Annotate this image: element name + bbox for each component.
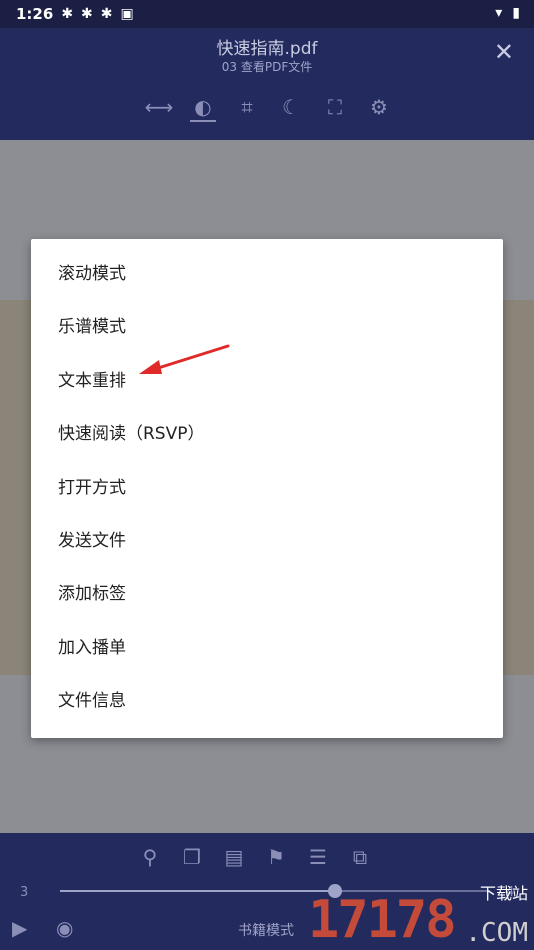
bookmark-icon[interactable]: ⚑ <box>262 845 290 869</box>
watermark-top: 下载站 <box>479 884 528 903</box>
settings-gear-icon[interactable]: ⚙ <box>366 94 392 120</box>
crop-icon[interactable]: ⌗ <box>234 94 260 120</box>
status-time: 1:26 <box>16 5 54 23</box>
reader-header: 快速指南.pdf 03 查看PDF文件 ✕ ⟷ ◐ ⌗ ☾ ⛶ ⚙ <box>0 28 534 140</box>
footer-toolbar: ⚲ ❐ ▤ ⚑ ☰ ⧉ <box>136 845 374 869</box>
menu-item-scroll-mode[interactable]: 滚动模式 <box>31 248 503 301</box>
menu-item-open-with[interactable]: 打开方式 <box>31 462 503 515</box>
red-arrow-annotation <box>139 344 230 374</box>
speed-icon[interactable]: ◉ <box>56 916 73 940</box>
watermark-number: 17178 <box>308 890 457 950</box>
page-start-label: 3 <box>20 885 29 900</box>
app-notification-icon-2: ✱ <box>81 6 93 22</box>
fullscreen-icon[interactable]: ⛶ <box>322 94 348 120</box>
view-toolbar: ⟷ ◐ ⌗ ☾ ⛶ ⚙ <box>145 94 392 122</box>
font-notification-icon: ▣ <box>120 6 134 22</box>
options-menu: 滚动模式 乐谱模式 文本重排 快速阅读（RSVP） 打开方式 发送文件 添加标签… <box>31 239 503 738</box>
status-bar: 1:26 ✱ ✱ ✱ ▣ ▾ ▮ <box>0 0 534 28</box>
document-title: 快速指南.pdf <box>216 39 318 59</box>
night-mode-icon[interactable]: ☾ <box>278 94 304 120</box>
reading-mode-label[interactable]: 书籍模式 <box>238 920 294 940</box>
search-icon[interactable]: ⚲ <box>136 845 164 869</box>
menu-item-rsvp[interactable]: 快速阅读（RSVP） <box>31 408 503 461</box>
play-icon[interactable]: ▶ <box>12 916 27 940</box>
slider-fill <box>60 890 336 892</box>
menu-item-text-reflow[interactable]: 文本重排 <box>31 355 503 408</box>
document-subtitle: 03 查看PDF文件 <box>221 60 313 74</box>
fit-width-icon[interactable]: ⟷ <box>145 94 174 120</box>
menu-item-add-playlist[interactable]: 加入播单 <box>31 622 503 675</box>
menu-item-music-mode[interactable]: 乐谱模式 <box>31 301 503 354</box>
site-watermark: 17178 下载站 .COM <box>308 880 534 950</box>
two-page-icon[interactable]: ⧉ <box>346 845 374 869</box>
watermark-com: .COM <box>465 918 528 948</box>
wifi-icon: ▾ <box>495 5 503 21</box>
menu-item-send-file[interactable]: 发送文件 <box>31 515 503 568</box>
menu-item-add-tag[interactable]: 添加标签 <box>31 568 503 621</box>
list-icon[interactable]: ☰ <box>304 845 332 869</box>
close-icon[interactable]: ✕ <box>494 38 514 66</box>
pages-icon[interactable]: ❐ <box>178 845 206 869</box>
app-notification-icon: ✱ <box>61 6 74 22</box>
app-notification-icon-3: ✱ <box>100 6 113 22</box>
battery-icon: ▮ <box>512 5 520 21</box>
page-icon[interactable]: ▤ <box>220 845 248 869</box>
menu-item-file-info[interactable]: 文件信息 <box>31 675 503 728</box>
contrast-icon[interactable]: ◐ <box>190 94 216 122</box>
